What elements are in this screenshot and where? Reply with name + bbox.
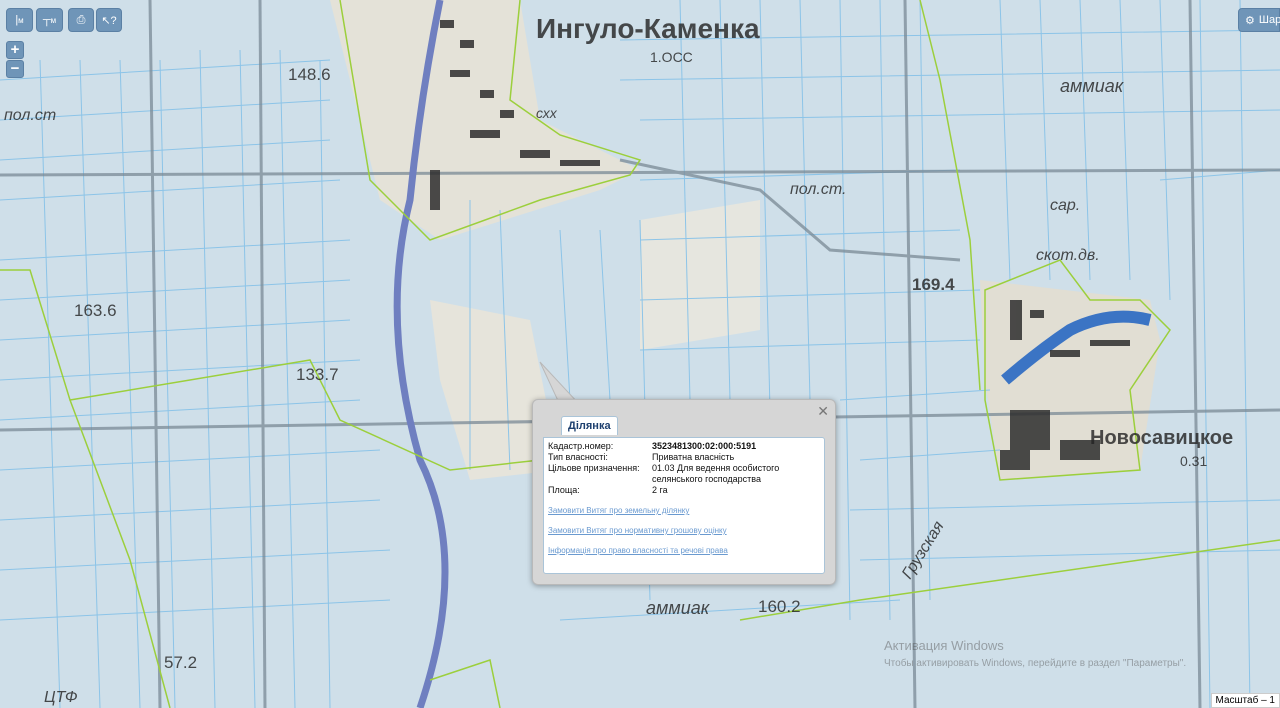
place-label: схх: [536, 105, 558, 121]
elevation-label: 163.6: [74, 301, 117, 320]
property-row: Цільове призначення: 01.03 Для ведення о…: [548, 463, 780, 484]
zoom-in-button[interactable]: +: [6, 41, 24, 59]
print-button[interactable]: ⎙: [68, 8, 94, 32]
printer-icon: ⎙: [76, 13, 86, 26]
order-parcel-extract-link[interactable]: Замовити Витяг про земельну ділянку: [548, 506, 689, 515]
order-valuation-extract-link[interactable]: Замовити Витяг про нормативну грошову оц…: [548, 526, 727, 535]
area-ruler-icon: ┬: [42, 14, 51, 26]
place-label: Новосавицкое: [1090, 427, 1233, 449]
elevation-label: 148.6: [288, 65, 331, 84]
open-field: [640, 200, 760, 350]
identify-button[interactable]: ↖?: [96, 8, 122, 32]
gear-icon: ⚙: [1245, 14, 1255, 27]
parcel-popup: ✕ Ділянка Кадастр.номер: 3523481300:02:0…: [532, 399, 836, 585]
close-icon[interactable]: ✕: [817, 403, 829, 420]
layers-button[interactable]: ⚙ Шар: [1238, 8, 1280, 32]
property-row: Кадастр.номер: 3523481300:02:000:5191: [548, 441, 757, 451]
place-label: аммиак: [646, 598, 711, 618]
scale-label: Масштаб – 1: [1210, 693, 1280, 708]
measure-length-button[interactable]: | м: [6, 8, 33, 32]
cursor-help-icon: ↖?: [101, 14, 117, 27]
place-label: 1.ОСС: [650, 49, 693, 65]
place-label: Ингуло-Каменка: [536, 13, 760, 44]
popup-content: Кадастр.номер: 3523481300:02:000:5191 Ти…: [543, 437, 825, 574]
ownership-info-link[interactable]: Інформація про право власності та речові…: [548, 546, 728, 555]
place-label: 0.31: [1180, 453, 1207, 469]
place-label: сар.: [1050, 197, 1080, 214]
zoom-out-button[interactable]: −: [6, 60, 24, 78]
elevation-label: 169.4: [912, 275, 955, 294]
property-row: Тип власності: Приватна власність: [548, 452, 735, 462]
activation-watermark-subtitle: Чтобы активировать Windows, перейдите в …: [884, 658, 1187, 669]
map-canvas[interactable]: Ингуло-Каменка Новосавицкое 0.31 1.ОСС а…: [0, 0, 1280, 708]
property-row: Площа: 2 га: [548, 485, 668, 495]
place-label: пол.ст.: [790, 181, 846, 198]
parcel-properties: Кадастр.номер: 3523481300:02:000:5191 Ти…: [548, 441, 818, 496]
activation-watermark-title: Активация Windows: [884, 638, 1004, 653]
elevation-label: 57.2: [164, 653, 197, 672]
place-label: аммиак: [1060, 76, 1125, 96]
place-label: пол.ст: [4, 107, 56, 124]
elevation-label: 133.7: [296, 365, 339, 384]
elevation-label: 160.2: [758, 597, 801, 616]
tab-parcel[interactable]: Ділянка: [561, 416, 618, 435]
measure-area-button[interactable]: ┬ м: [36, 8, 63, 32]
place-label: скот.дв.: [1036, 247, 1100, 264]
place-label: ЦТФ: [44, 689, 78, 706]
